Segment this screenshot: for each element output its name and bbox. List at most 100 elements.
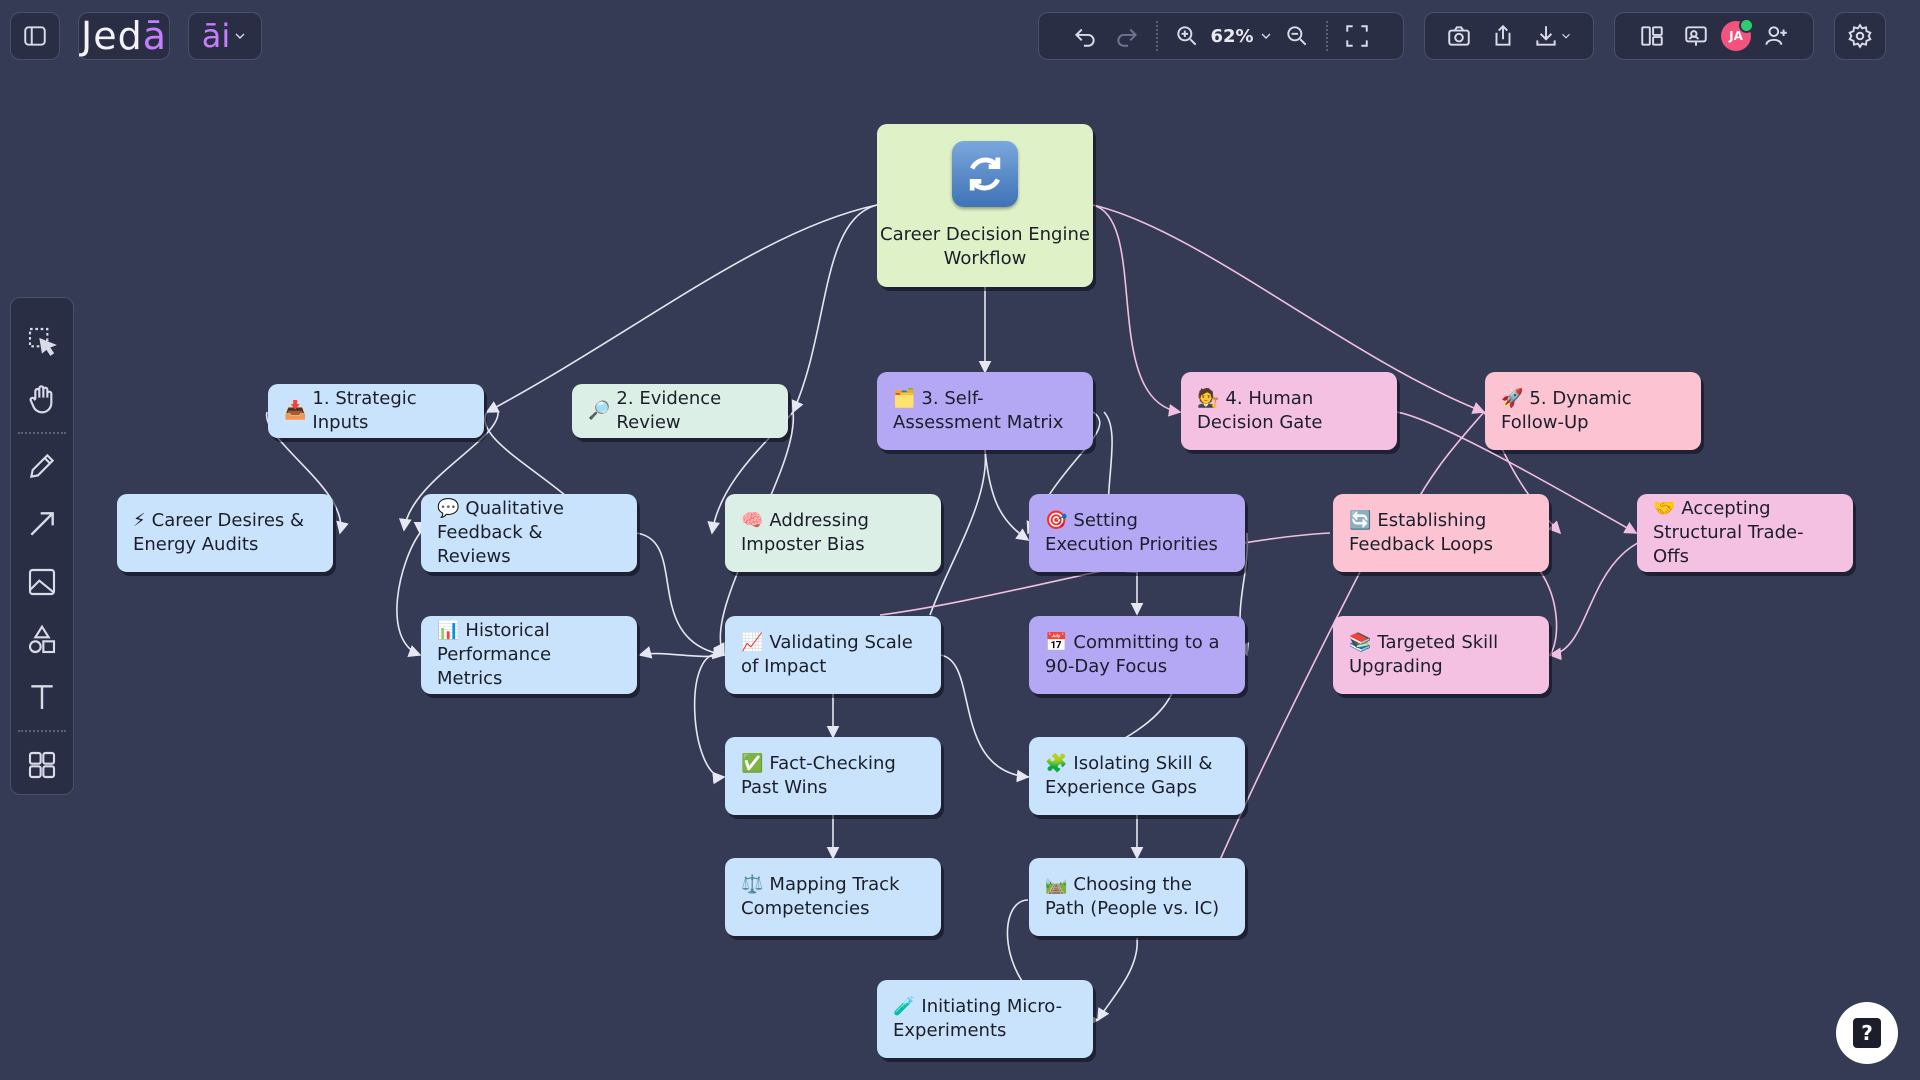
node-self-assessment[interactable]: 🗂️ 3. Self-Assessment Matrix	[877, 372, 1093, 450]
node-isolating-gaps[interactable]: 🧩 Isolating Skill & Experience Gaps	[1029, 737, 1245, 815]
node-strategic-inputs[interactable]: 📥 1. Strategic Inputs	[268, 384, 484, 438]
select-icon	[28, 327, 57, 356]
node-career-desires[interactable]: ⚡ Career Desires & Energy Audits	[117, 494, 333, 572]
node-evidence-review[interactable]: 🔎 2. Evidence Review	[572, 384, 788, 438]
edge	[693, 653, 726, 785]
node-feedback-loops[interactable]: 🔄 Establishing Feedback Loops	[1333, 494, 1549, 572]
edge	[638, 646, 725, 659]
share-upload-icon	[1495, 24, 1511, 46]
node-historical-metrics[interactable]: 📊 Historical Performance Metrics	[421, 616, 637, 694]
layout-button[interactable]	[1633, 17, 1671, 55]
node-qualitative-feedback[interactable]: 💬 Qualitative Feedback & Reviews	[421, 494, 637, 572]
node-imposter-bias[interactable]: 🧠 Addressing Imposter Bias	[725, 494, 941, 572]
node-skill-upgrading[interactable]: 📚 Targeted Skill Upgrading	[1333, 616, 1549, 694]
ai-menu-button[interactable]: āi	[188, 12, 262, 60]
text-tool[interactable]	[18, 675, 66, 721]
select-tool[interactable]	[18, 318, 66, 364]
arrow-icon	[30, 512, 54, 536]
chevron-down-icon	[1261, 33, 1271, 39]
presentation-icon	[1685, 26, 1707, 46]
avatar[interactable]: JA	[1721, 18, 1754, 51]
settings-button[interactable]	[1834, 12, 1886, 60]
inbox-icon: 📥	[284, 400, 307, 421]
add-user-button[interactable]	[1757, 17, 1795, 55]
components-tool[interactable]	[18, 742, 66, 788]
presentation-button[interactable]	[1677, 17, 1715, 55]
magnifier-icon: 🔎	[588, 400, 611, 421]
collab-toolbar: JA	[1614, 12, 1814, 60]
node-label: 3. Self-Assessment Matrix	[893, 388, 1064, 433]
pencil-icon	[29, 454, 55, 479]
node-label: Setting Execution Priorities	[1045, 510, 1218, 555]
camera-icon	[1448, 26, 1470, 46]
puzzle-icon: 🧩	[1045, 753, 1068, 774]
loop-icon: 🔄	[1349, 510, 1372, 531]
fit-screen-icon	[1345, 25, 1368, 47]
node-structural-tradeoffs[interactable]: 🤝 Accepting Structural Trade-Offs	[1637, 494, 1853, 572]
grid-icon	[28, 752, 56, 779]
zoom-in-button[interactable]	[1168, 17, 1206, 55]
edge	[791, 204, 878, 414]
judge-icon: 🧑‍⚖️	[1197, 388, 1220, 409]
node-dynamic-followup[interactable]: 🚀 5. Dynamic Follow-Up	[1485, 372, 1701, 450]
layout-icon	[1641, 26, 1663, 46]
zoom-in-icon	[1177, 26, 1197, 46]
chevron-down-icon	[235, 33, 245, 39]
check-icon: ✅	[741, 753, 764, 774]
node-fact-checking[interactable]: ✅ Fact-Checking Past Wins	[725, 737, 941, 815]
node-mapping-track[interactable]: ⚖️ Mapping Track Competencies	[725, 858, 941, 936]
node-validating-scale[interactable]: 📈 Validating Scale of Impact	[725, 616, 941, 694]
flask-icon: 🧪	[893, 996, 916, 1017]
pencil-tool[interactable]	[18, 444, 66, 490]
help-button[interactable]: ?	[1836, 1002, 1898, 1064]
download-icon	[1536, 26, 1556, 46]
node-choosing-path[interactable]: 🛤️ Choosing the Path (People vs. IC)	[1029, 858, 1245, 936]
edge	[485, 204, 878, 413]
download-button[interactable]	[1528, 17, 1578, 55]
redo-button[interactable]	[1108, 17, 1146, 55]
zoom-out-icon	[1286, 26, 1306, 46]
refresh-icon	[952, 140, 1018, 207]
edge	[635, 532, 726, 660]
rocket-icon: 🚀	[1501, 388, 1524, 409]
tool-sidebar	[10, 297, 74, 795]
bar-chart-icon: 📊	[437, 620, 460, 641]
zoom-level-dropdown[interactable]: 62%	[1210, 26, 1273, 47]
sidebar-toggle-button[interactable]	[10, 12, 60, 60]
brand-name: Jedā	[80, 14, 167, 58]
brand-logo: Jedā	[78, 12, 170, 60]
undo-button[interactable]	[1066, 17, 1104, 55]
edge	[1097, 937, 1138, 1022]
node-micro-experiments[interactable]: 🧪 Initiating Micro-Experiments	[877, 980, 1093, 1058]
node-label: Accepting Structural Trade-Offs	[1653, 498, 1804, 567]
node-committing-90[interactable]: 📅 Committing to a 90-Day Focus	[1029, 616, 1245, 694]
node-label: Initiating Micro-Experiments	[893, 996, 1063, 1041]
edge	[984, 449, 1030, 541]
root-node[interactable]: Career Decision Engine Workflow	[877, 124, 1093, 287]
screenshot-button[interactable]	[1440, 17, 1478, 55]
arrow-tool[interactable]	[18, 501, 66, 547]
export-toolbar	[1424, 12, 1594, 60]
online-status-dot	[1739, 18, 1754, 33]
books-icon: 📚	[1349, 632, 1372, 653]
hand-tool[interactable]	[18, 376, 66, 422]
fit-screen-button[interactable]	[1338, 17, 1376, 55]
node-label: Fact-Checking Past Wins	[741, 753, 896, 798]
node-label: Mapping Track Competencies	[741, 874, 900, 919]
node-execution-priorities[interactable]: 🎯 Setting Execution Priorities	[1029, 494, 1245, 572]
redo-icon	[1117, 28, 1138, 47]
node-human-gate[interactable]: 🧑‍⚖️ 4. Human Decision Gate	[1181, 372, 1397, 450]
node-label: 1. Strategic Inputs	[312, 388, 417, 433]
add-user-icon	[1765, 26, 1787, 46]
image-icon	[28, 568, 56, 595]
view-toolbar: 62%	[1038, 12, 1404, 60]
image-tool[interactable]	[18, 559, 66, 605]
zoom-out-button[interactable]	[1278, 17, 1316, 55]
share-button[interactable]	[1484, 17, 1522, 55]
hand-icon	[29, 384, 53, 414]
text-icon	[31, 685, 53, 710]
shapes-tool[interactable]	[18, 617, 66, 663]
sidebar-toggle-icon	[16, 17, 54, 55]
speech-bubble-icon: 💬	[437, 498, 460, 519]
node-label: Isolating Skill & Experience Gaps	[1045, 753, 1213, 798]
